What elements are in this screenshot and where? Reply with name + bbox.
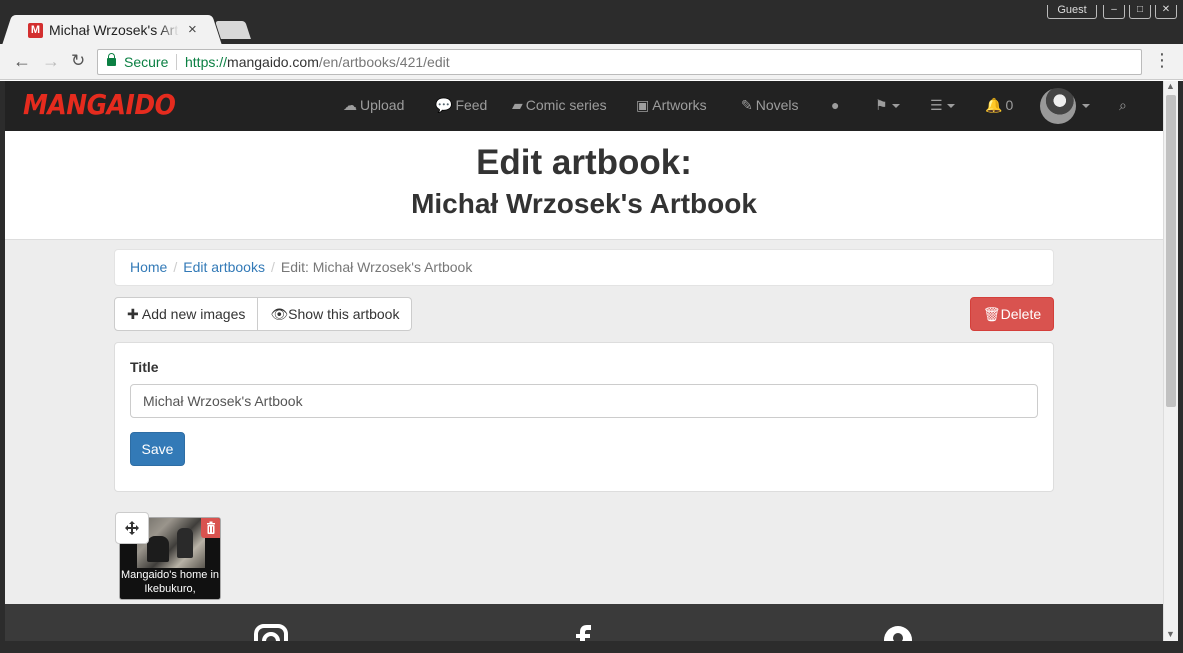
site-navbar: MANGAIDO ☁ Upload 💬 Feed ▰ Comic series ▣ Ar…	[5, 81, 1163, 131]
breadcrumb-home[interactable]: Home	[130, 259, 167, 275]
page-title: Edit artbook:	[476, 143, 692, 182]
map-marker-icon[interactable]	[880, 624, 916, 641]
page-header: Edit artbook: Michał Wrzosek's Artbook	[5, 131, 1163, 240]
trash-icon: 🗑	[982, 306, 1001, 322]
nav-menu-dropdown[interactable]: ☰	[930, 97, 955, 114]
nav-language-dropdown[interactable]: ⚑	[875, 97, 900, 114]
delete-button[interactable]: 🗑Delete	[970, 297, 1054, 331]
scroll-down-icon[interactable]: ▼	[1166, 629, 1175, 639]
trash-icon	[207, 521, 215, 534]
minimize-button[interactable]: –	[1103, 5, 1125, 19]
nav-novels[interactable]: ✎ Novels	[741, 97, 799, 114]
scroll-up-icon[interactable]: ▲	[1166, 81, 1175, 91]
tab-title: Michał Wrzosek's Artbook - Mangaido	[49, 22, 179, 38]
site-footer	[5, 604, 1163, 641]
artbook-actions: ✚ Add new images 👁Show this artbook	[114, 297, 413, 331]
notification-count: 0	[1005, 97, 1014, 113]
nav-notifications[interactable]: 🔔 0	[985, 97, 1013, 114]
breadcrumb-edit-artbooks[interactable]: Edit artbooks	[183, 259, 265, 275]
maximize-button[interactable]: □	[1129, 5, 1151, 19]
chevron-down-icon	[1082, 104, 1090, 109]
chevron-down-icon	[891, 104, 900, 109]
guest-profile-button[interactable]: Guest	[1047, 5, 1097, 19]
window-border-right	[1178, 81, 1183, 641]
secure-label: Secure	[124, 54, 169, 70]
mangaido-logo[interactable]: MANGAIDO	[23, 89, 176, 121]
back-arrow-icon[interactable]: ←	[13, 51, 31, 72]
breadcrumb-separator: /	[270, 259, 275, 275]
edit-form-panel: Title Save	[114, 342, 1054, 492]
eye-icon: 👁	[270, 306, 289, 322]
show-artbook-button[interactable]: 👁Show this artbook	[258, 297, 413, 331]
nav-comic-series[interactable]: ▰ Comic series	[512, 97, 607, 114]
move-arrows-icon	[125, 521, 139, 535]
breadcrumb: Home / Edit artbooks / Edit: Michał Wrzosek'…	[114, 249, 1054, 286]
lock-icon	[107, 53, 116, 66]
browser-toolbar: ← → ↻ Secure https://mangaido.com/en/art…	[0, 44, 1183, 80]
add-images-button[interactable]: ✚ Add new images	[114, 297, 259, 331]
browser-titlebar: Guest – □ ✕ M Michał Wrzosek's Artbook -…	[0, 0, 1183, 45]
cloud-upload-icon: ☁	[343, 97, 357, 113]
title-label: Title	[130, 359, 159, 375]
page-subtitle: Michał Wrzosek's Artbook	[411, 188, 757, 219]
nav-apple-menu[interactable]: ●	[831, 97, 839, 113]
nav-search[interactable]: ⌕	[1119, 97, 1127, 114]
nav-artworks[interactable]: ▣ Artworks	[636, 97, 707, 114]
window-border-bottom	[0, 641, 1183, 653]
facebook-icon[interactable]	[571, 624, 595, 641]
apple-icon: ●	[831, 97, 840, 113]
scroll-thumb[interactable]	[1166, 95, 1176, 407]
move-handle[interactable]	[115, 512, 149, 544]
url-text: https://mangaido.com/en/artbooks/421/edi…	[185, 54, 450, 70]
breadcrumb-current: Edit: Michał Wrzosek's Artbook	[280, 259, 473, 275]
new-tab-button[interactable]	[215, 21, 251, 39]
page-scrollbar[interactable]: ▲ ▼	[1163, 81, 1178, 641]
edit-icon: ✎	[741, 97, 753, 113]
chevron-down-icon	[946, 104, 955, 109]
search-icon: ⌕	[1119, 97, 1127, 113]
hamburger-icon: ☰	[930, 97, 943, 113]
bell-icon: 🔔	[985, 97, 1003, 113]
instagram-icon[interactable]	[254, 624, 288, 641]
browser-menu-icon[interactable]: ⋮	[1153, 50, 1171, 71]
nav-feed[interactable]: 💬 Feed	[435, 97, 487, 114]
user-avatar[interactable]	[1040, 88, 1076, 124]
page-viewport: MANGAIDO ☁ Upload 💬 Feed ▰ Comic series ▣ Ar…	[5, 81, 1163, 641]
address-bar[interactable]: Secure https://mangaido.com/en/artbooks/…	[97, 49, 1142, 75]
book-icon: ▰	[512, 97, 523, 113]
flag-icon: ⚑	[875, 97, 888, 113]
window-close-button[interactable]: ✕	[1155, 5, 1177, 19]
title-input[interactable]	[130, 384, 1038, 418]
nav-upload[interactable]: ☁ Upload	[343, 97, 404, 114]
breadcrumb-separator: /	[173, 259, 178, 275]
mangaido-favicon-icon: M	[28, 23, 43, 38]
reload-icon[interactable]: ↻	[71, 51, 85, 71]
save-button[interactable]: Save	[130, 432, 185, 466]
address-separator	[176, 54, 177, 70]
plus-icon: ✚	[127, 306, 139, 322]
forward-arrow-icon[interactable]: →	[42, 51, 60, 72]
comments-icon: 💬	[435, 97, 453, 113]
tab-close-icon[interactable]: ×	[188, 21, 197, 38]
picture-icon: ▣	[636, 97, 650, 113]
user-menu-caret[interactable]	[1078, 97, 1090, 113]
delete-image-button[interactable]	[201, 518, 220, 538]
image-caption: Mangaido's home in Ikebukuro,	[120, 569, 220, 595]
